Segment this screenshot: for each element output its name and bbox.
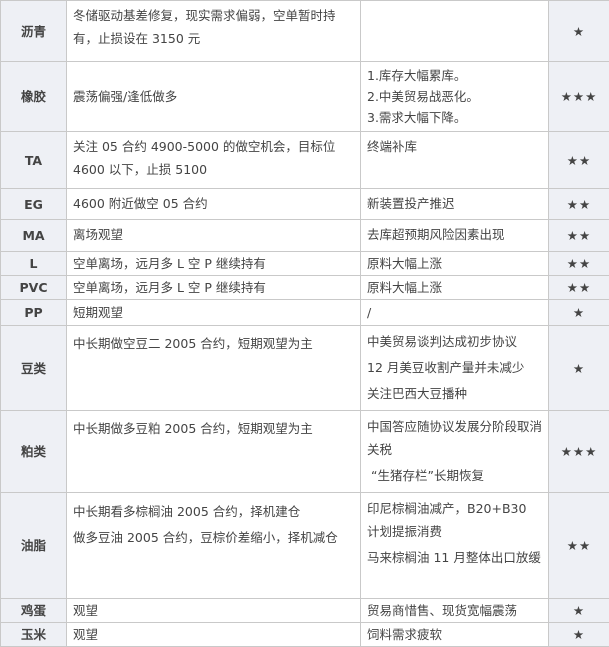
rating-stars: ★★	[548, 188, 609, 220]
reason-cell: /	[360, 299, 549, 326]
table-row: EG 4600 附近做空 05 合约 新装置投产推迟 ★★	[0, 188, 609, 220]
strategy-text: 空单离场，远月多 L 空 P 继续持有	[73, 256, 266, 271]
strategy-text: 离场观望	[73, 227, 124, 242]
commodity-name: PP	[0, 299, 67, 326]
rating-stars: ★	[548, 0, 609, 62]
commodity-name: 鸡蛋	[0, 598, 67, 623]
strategy-cell: 离场观望	[66, 219, 361, 252]
reason-text: 中国答应随协议发展分阶段取消关税	[367, 419, 543, 457]
table-row: 粕类 中长期做多豆粕 2005 合约，短期观望为主 中国答应随协议发展分阶段取消…	[0, 410, 609, 493]
rating-stars: ★	[548, 325, 609, 411]
strategy-text: 震荡偏强/逢低做多	[73, 89, 178, 104]
reason-text: 12 月美豆收割产量并未减少	[367, 360, 525, 375]
reason-cell: 饲料需求疲软	[360, 622, 549, 647]
commodity-name: 橡胶	[0, 61, 67, 132]
rating-stars: ★★	[548, 275, 609, 300]
strategy-cell: 中长期看多棕榈油 2005 合约，择机建仓 做多豆油 2005 合约，豆棕价差缩…	[66, 492, 361, 599]
rating-stars: ★★★	[548, 61, 609, 132]
strategy-text: 4600 附近做空 05 合约	[73, 196, 208, 211]
reason-text: 马来棕榈油 11 月整体出口放缓	[367, 550, 541, 565]
commodity-name: 玉米	[0, 622, 67, 647]
rating-stars: ★★★	[548, 410, 609, 493]
strategy-cell: 关注 05 合约 4900-5000 的做空机会，目标位 4600 以下，止损 …	[66, 131, 361, 189]
commodity-name: MA	[0, 219, 67, 252]
rating-stars: ★	[548, 598, 609, 623]
commodity-name: 豆类	[0, 325, 67, 411]
strategy-cell: 4600 附近做空 05 合约	[66, 188, 361, 220]
commodity-name: 沥青	[0, 0, 67, 62]
strategy-table: 沥青 冬储驱动基差修复，现实需求偏弱，空单暂时持有，止损设在 3150 元 ★ …	[0, 0, 609, 647]
commodity-name: TA	[0, 131, 67, 189]
commodity-name: 粕类	[0, 410, 67, 493]
reason-cell: 贸易商惜售、现货宽幅震荡	[360, 598, 549, 623]
reason-text: 原料大幅上涨	[367, 280, 443, 295]
reason-text: 1.库存大幅累库。	[367, 68, 467, 83]
commodity-name: L	[0, 251, 67, 276]
reason-text: 贸易商惜售、现货宽幅震荡	[367, 603, 518, 618]
reason-text: 原料大幅上涨	[367, 256, 443, 271]
rating-stars: ★	[548, 299, 609, 326]
reason-text: 印尼棕榈油减产，B20+B30 计划提振消费	[367, 501, 527, 539]
strategy-cell: 短期观望	[66, 299, 361, 326]
table-row: 豆类 中长期做空豆二 2005 合约，短期观望为主 中美贸易谈判达成初步协议 1…	[0, 325, 609, 411]
table-row: 鸡蛋 观望 贸易商惜售、现货宽幅震荡 ★	[0, 598, 609, 623]
reason-text: 2.中美贸易战恶化。	[367, 89, 479, 104]
strategy-text: 空单离场，远月多 L 空 P 继续持有	[73, 280, 266, 295]
reason-text: 饲料需求疲软	[367, 627, 443, 642]
strategy-text: 关注 05 合约 4900-5000 的做空机会，目标位 4600 以下，止损 …	[73, 139, 336, 177]
reason-cell: 新装置投产推迟	[360, 188, 549, 220]
reason-cell: 去库超预期风险因素出现	[360, 219, 549, 252]
strategy-cell: 观望	[66, 622, 361, 647]
strategy-cell: 观望	[66, 598, 361, 623]
reason-text: 关注巴西大豆播种	[367, 386, 468, 401]
rating-stars: ★★	[548, 131, 609, 189]
strategy-text: 中长期做多豆粕 2005 合约，短期观望为主	[73, 421, 313, 436]
reason-text: “生猪存栏”长期恢复	[371, 468, 484, 483]
commodity-name: PVC	[0, 275, 67, 300]
table-row: MA 离场观望 去库超预期风险因素出现 ★★	[0, 219, 609, 252]
reason-text: 3.需求大幅下降。	[367, 110, 467, 125]
rating-stars: ★	[548, 622, 609, 647]
commodity-name: EG	[0, 188, 67, 220]
table-row: PP 短期观望 / ★	[0, 299, 609, 326]
rating-stars: ★★	[548, 492, 609, 599]
strategy-text: 短期观望	[73, 305, 124, 320]
table-row: 橡胶 震荡偏强/逢低做多 1.库存大幅累库。 2.中美贸易战恶化。 3.需求大幅…	[0, 61, 609, 132]
reason-text: 终端补库	[367, 139, 418, 154]
reason-text: /	[367, 305, 372, 320]
reason-cell: 中国答应随协议发展分阶段取消关税 “生猪存栏”长期恢复	[360, 410, 549, 493]
strategy-text: 做多豆油 2005 合约，豆棕价差缩小，择机减仓	[73, 530, 338, 545]
strategy-text: 冬储驱动基差修复，现实需求偏弱，空单暂时持有，止损设在 3150 元	[73, 8, 336, 46]
reason-cell	[360, 0, 549, 62]
strategy-cell: 空单离场，远月多 L 空 P 继续持有	[66, 275, 361, 300]
reason-text: 去库超预期风险因素出现	[367, 227, 505, 242]
strategy-text: 中长期看多棕榈油 2005 合约，择机建仓	[73, 504, 301, 519]
reason-cell: 中美贸易谈判达成初步协议 12 月美豆收割产量并未减少 关注巴西大豆播种	[360, 325, 549, 411]
reason-cell: 原料大幅上涨	[360, 251, 549, 276]
strategy-cell: 中长期做空豆二 2005 合约，短期观望为主	[66, 325, 361, 411]
table-row: 玉米 观望 饲料需求疲软 ★	[0, 622, 609, 647]
reason-text: 中美贸易谈判达成初步协议	[367, 334, 518, 349]
strategy-cell: 中长期做多豆粕 2005 合约，短期观望为主	[66, 410, 361, 493]
strategy-cell: 空单离场，远月多 L 空 P 继续持有	[66, 251, 361, 276]
strategy-text: 中长期做空豆二 2005 合约，短期观望为主	[73, 336, 313, 351]
strategy-cell: 冬储驱动基差修复，现实需求偏弱，空单暂时持有，止损设在 3150 元	[66, 0, 361, 62]
strategy-cell: 震荡偏强/逢低做多	[66, 61, 361, 132]
rating-stars: ★★	[548, 219, 609, 252]
strategy-text: 观望	[73, 627, 99, 642]
table-row: L 空单离场，远月多 L 空 P 继续持有 原料大幅上涨 ★★	[0, 251, 609, 276]
reason-cell: 1.库存大幅累库。 2.中美贸易战恶化。 3.需求大幅下降。	[360, 61, 549, 132]
reason-cell: 印尼棕榈油减产，B20+B30 计划提振消费 马来棕榈油 11 月整体出口放缓	[360, 492, 549, 599]
table-row: 沥青 冬储驱动基差修复，现实需求偏弱，空单暂时持有，止损设在 3150 元 ★	[0, 0, 609, 62]
rating-stars: ★★	[548, 251, 609, 276]
reason-text: 新装置投产推迟	[367, 196, 455, 211]
table-row: TA 关注 05 合约 4900-5000 的做空机会，目标位 4600 以下，…	[0, 131, 609, 189]
table-row: 油脂 中长期看多棕榈油 2005 合约，择机建仓 做多豆油 2005 合约，豆棕…	[0, 492, 609, 599]
strategy-text: 观望	[73, 603, 99, 618]
reason-cell: 终端补库	[360, 131, 549, 189]
reason-cell: 原料大幅上涨	[360, 275, 549, 300]
table-row: PVC 空单离场，远月多 L 空 P 继续持有 原料大幅上涨 ★★	[0, 275, 609, 300]
commodity-name: 油脂	[0, 492, 67, 599]
